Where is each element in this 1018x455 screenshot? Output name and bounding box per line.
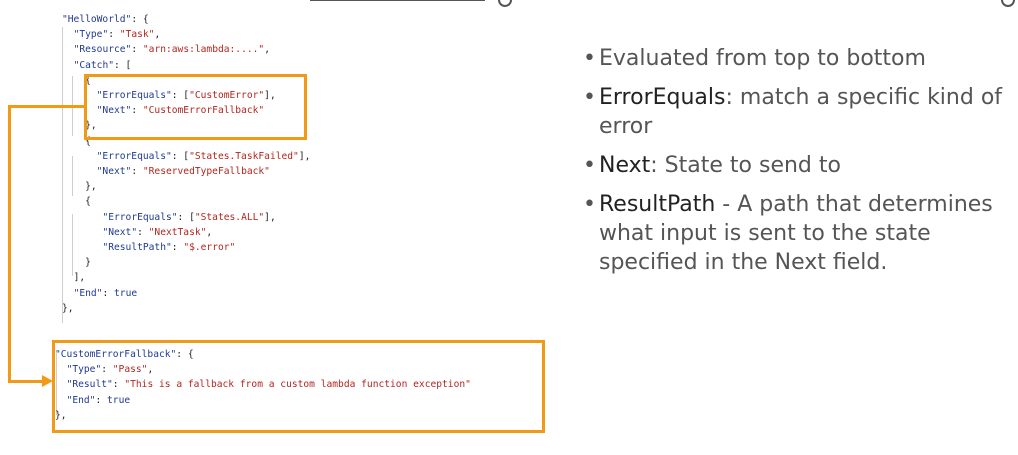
code-punctuation: : <box>108 29 120 41</box>
bullet-dot: • <box>583 192 596 217</box>
catch-highlight-box <box>84 74 307 140</box>
bullet-text: Evaluated from top to bottom <box>599 46 926 71</box>
code-punctuation: , <box>206 226 213 238</box>
bullet-item-resultpath: • ResultPath - A path that determines wh… <box>583 190 1003 277</box>
code-line: { <box>62 196 91 208</box>
code-punctuation: : <box>131 44 143 56</box>
code-string: "$.error" <box>183 242 236 253</box>
code-line: "Next": "NextTask", <box>62 227 212 239</box>
arrow-connector-bottom <box>8 380 44 383</box>
code-string: "Task" <box>119 29 155 41</box>
code-punctuation: : [ <box>114 59 132 71</box>
code-punctuation: } <box>85 257 91 269</box>
bullet-dot: • <box>583 153 596 178</box>
arrow-head <box>42 375 53 387</box>
code-line: ], <box>62 272 86 284</box>
bullet-item-evaluated: • Evaluated from top to bottom <box>583 44 1003 73</box>
code-boolean: true <box>114 287 138 299</box>
code-string: "NextTask" <box>148 226 207 238</box>
code-key: "ErrorEquals" <box>96 150 172 162</box>
bullet-term: ErrorEquals <box>599 85 726 110</box>
code-punctuation: : [ <box>177 211 195 223</box>
code-key: "ErrorEquals" <box>102 211 178 223</box>
code-line: } <box>62 257 91 269</box>
code-punctuation: : <box>137 226 149 238</box>
code-line: "HelloWorld": { <box>62 14 149 26</box>
bullet-dot: • <box>583 46 596 71</box>
code-punctuation: , <box>154 29 161 41</box>
arrow-connector-vertical <box>8 105 11 383</box>
code-key: "Resource" <box>73 44 132 56</box>
code-key: "Next" <box>102 226 138 238</box>
fallback-highlight-box <box>52 340 545 433</box>
code-line: }, <box>62 303 74 315</box>
code-line: "ResultPath": "$.error" <box>62 242 235 254</box>
code-punctuation: : [ <box>171 150 190 162</box>
code-punctuation: }, <box>62 302 74 314</box>
code-punctuation: ], <box>73 272 86 284</box>
code-key: "Type" <box>73 29 109 41</box>
code-string: "States.TaskFailed" <box>189 150 299 162</box>
bullet-list: • Evaluated from top to bottom • ErrorEq… <box>583 44 1003 287</box>
code-punctuation: : <box>131 166 143 177</box>
code-punctuation: }, <box>85 181 97 193</box>
code-key: "Catch" <box>73 59 114 71</box>
code-line: "Next": "ReservedTypeFallback" <box>62 166 270 178</box>
bullet-term: ResultPath <box>599 192 716 217</box>
bullet-item-next: • Next: State to send to <box>583 151 1003 180</box>
code-line: "Resource": "arn:aws:lambda:....", <box>62 44 270 56</box>
code-line: "End": true <box>62 287 138 300</box>
code-punctuation: ], <box>298 150 311 162</box>
code-punctuation: { <box>85 196 91 208</box>
bullet-text: : State to send to <box>650 153 841 178</box>
title-underline-fragment <box>310 0 485 1</box>
code-line: "Type": "Task", <box>62 29 161 41</box>
title-paren-fragment <box>1001 0 1015 7</box>
code-line: "Catch": [ <box>62 59 132 72</box>
code-string: "ReservedTypeFallback" <box>142 166 270 177</box>
bullet-item-errorequals: • ErrorEquals: match a specific kind of … <box>583 83 1003 141</box>
bullet-dot: • <box>583 85 596 110</box>
code-punctuation: ], <box>264 211 276 223</box>
code-snippet: "HelloWorld": { "Type": "Task", "Resourc… <box>0 0 1015 455</box>
code-punctuation: : { <box>131 14 149 25</box>
code-punctuation: , <box>264 44 270 56</box>
code-key: "Next" <box>96 166 132 177</box>
code-line: "ErrorEquals": ["States.ALL"], <box>62 211 276 224</box>
bullet-term: Next <box>599 153 651 178</box>
code-key: "End" <box>73 287 103 299</box>
code-punctuation: : <box>102 287 115 299</box>
code-key: "ResultPath" <box>102 242 172 253</box>
code-key: "HelloWorld" <box>62 14 132 25</box>
code-line: }, <box>62 181 97 193</box>
code-punctuation: : <box>171 242 184 253</box>
title-paren-fragment <box>498 0 512 7</box>
code-string: "arn:aws:lambda:...." <box>142 44 265 56</box>
code-line: "ErrorEquals": ["States.TaskFailed"], <box>62 150 311 163</box>
arrow-connector-top <box>8 105 85 108</box>
code-string: "States.ALL" <box>194 211 265 223</box>
